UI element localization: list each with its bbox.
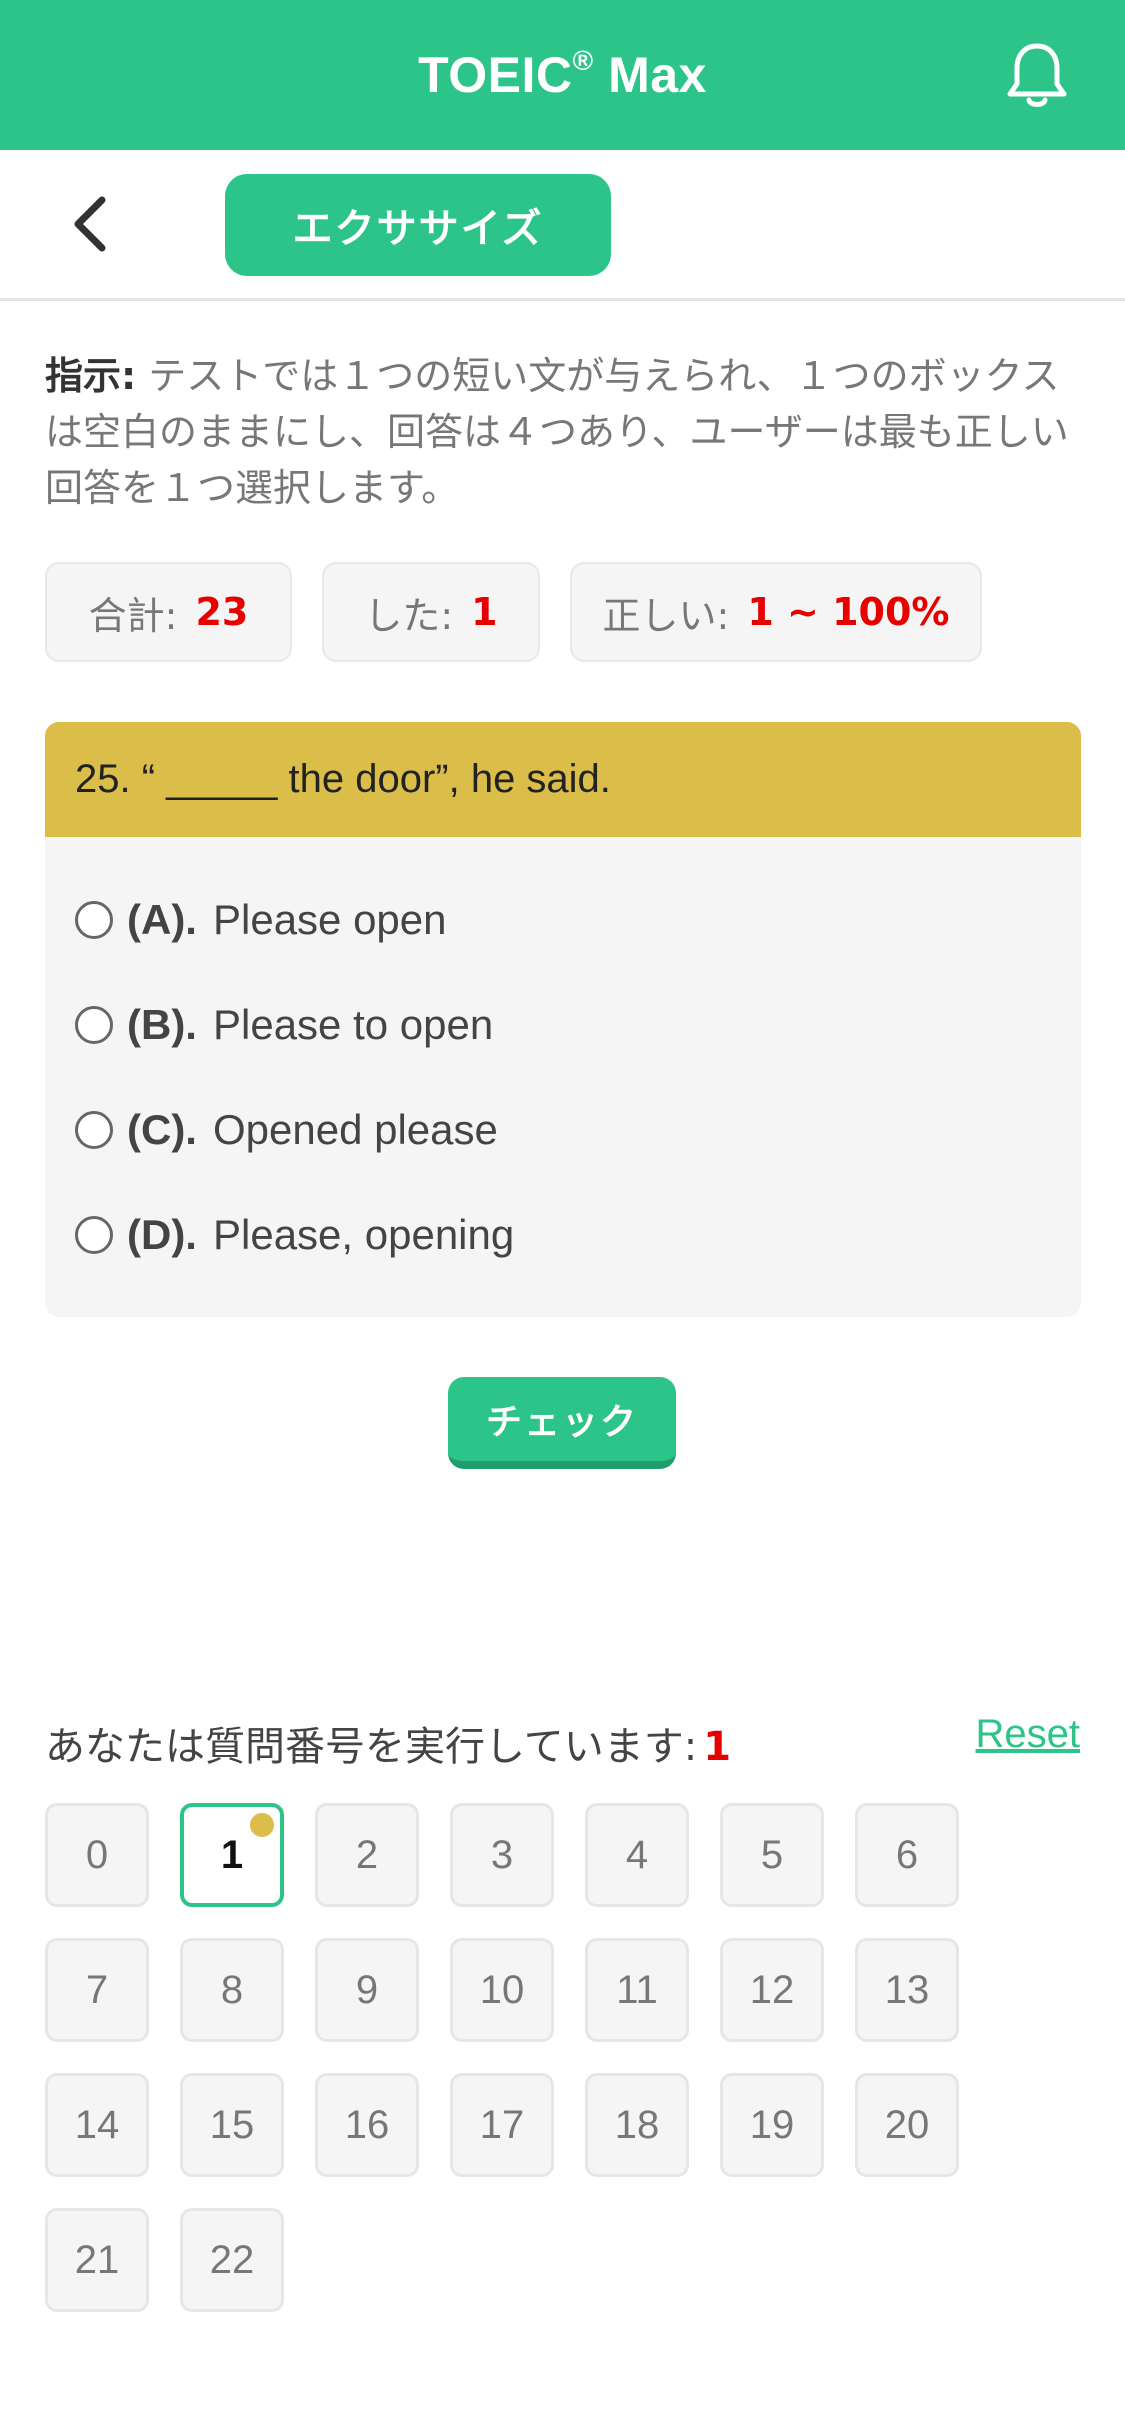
check-button[interactable]: チェック — [448, 1377, 676, 1469]
current-question-number: 1 — [703, 1724, 732, 1770]
question-card: 25. “ _____ the door”, he said. (A). Ple… — [45, 722, 1081, 1317]
question-number-label: 1 — [220, 1832, 244, 1877]
question-number-label: 6 — [895, 1832, 919, 1877]
question-number-2[interactable]: 2 — [315, 1803, 419, 1907]
question-number-8[interactable]: 8 — [180, 1938, 284, 2042]
radio-button[interactable] — [75, 1111, 113, 1149]
question-number-label: 10 — [479, 1967, 525, 2012]
question-number-3[interactable]: 3 — [450, 1803, 554, 1907]
exercise-button[interactable]: エクササイズ — [225, 174, 611, 276]
question-number-label: 2 — [355, 1832, 379, 1877]
app-header: TOEIC® Max — [0, 0, 1125, 150]
question-number-18[interactable]: 18 — [585, 2073, 689, 2177]
instruction-text: 指示: テストでは１つの短い文が与えられ、１つのボックスは空白のままにし、回答は… — [45, 354, 1069, 510]
radio-button[interactable] — [75, 1216, 113, 1254]
option-d[interactable]: (D). Please, opening — [75, 1205, 514, 1265]
sub-navigation: エクササイズ — [0, 150, 1125, 301]
question-number-6[interactable]: 6 — [855, 1803, 959, 1907]
current-indicator-dot — [250, 1813, 274, 1837]
question-number-4[interactable]: 4 — [585, 1803, 689, 1907]
question-number-21[interactable]: 21 — [45, 2208, 149, 2312]
question-number-5[interactable]: 5 — [720, 1803, 824, 1907]
question-number-13[interactable]: 13 — [855, 1938, 959, 2042]
question-number-label: 13 — [884, 1967, 930, 2012]
question-number-label: 15 — [209, 2102, 255, 2147]
chevron-left-icon[interactable] — [60, 192, 120, 256]
question-number-label: 9 — [355, 1967, 379, 2012]
radio-button[interactable] — [75, 901, 113, 939]
question-number-19[interactable]: 19 — [720, 2073, 824, 2177]
question-number-label: 4 — [625, 1832, 649, 1877]
stat-total: 合計: 23 — [45, 562, 292, 662]
question-number-9[interactable]: 9 — [315, 1938, 419, 2042]
question-number-label: 17 — [479, 2102, 525, 2147]
question-number-label: 5 — [760, 1832, 784, 1877]
current-question-label: あなたは質問番号を実行しています: 1 — [45, 1724, 732, 1770]
app-title: TOEIC® Max — [418, 45, 707, 103]
option-a[interactable]: (A). Please open — [75, 890, 447, 950]
question-number-label: 20 — [884, 2102, 930, 2147]
radio-button[interactable] — [75, 1006, 113, 1044]
question-number-7[interactable]: 7 — [45, 1938, 149, 2042]
stat-done: した: 1 — [322, 562, 540, 662]
reset-link[interactable]: Reset — [976, 1712, 1081, 1757]
question-number-22[interactable]: 22 — [180, 2208, 284, 2312]
question-number-label: 21 — [74, 2237, 120, 2282]
question-number-14[interactable]: 14 — [45, 2073, 149, 2177]
question-number-label: 0 — [85, 1832, 109, 1877]
page: TOEIC® Max エクササイズ 指示: テストでは１つの短い文が与えられ、１… — [0, 0, 1125, 2436]
question-number-label: 8 — [220, 1967, 244, 2012]
question-number-15[interactable]: 15 — [180, 2073, 284, 2177]
question-number-label: 16 — [344, 2102, 390, 2147]
question-number-label: 3 — [490, 1832, 514, 1877]
question-number-11[interactable]: 11 — [585, 1938, 689, 2042]
question-number-label: 22 — [209, 2237, 255, 2282]
question-number-17[interactable]: 17 — [450, 2073, 554, 2177]
question-number-12[interactable]: 12 — [720, 1938, 824, 2042]
question-number-1[interactable]: 1 — [180, 1803, 284, 1907]
question-number-label: 12 — [749, 1967, 795, 2012]
bell-icon[interactable] — [999, 37, 1075, 113]
option-b[interactable]: (B). Please to open — [75, 995, 493, 1055]
question-number-label: 18 — [614, 2102, 660, 2147]
question-number-20[interactable]: 20 — [855, 2073, 959, 2177]
stat-correct: 正しい: 1 ~ 100% — [570, 562, 982, 662]
question-number-label: 11 — [616, 1967, 658, 2012]
question-number-16[interactable]: 16 — [315, 2073, 419, 2177]
question-number-label: 19 — [749, 2102, 795, 2147]
question-number-label: 7 — [85, 1967, 109, 2012]
instruction-label: 指示: — [45, 354, 137, 398]
question-number-0[interactable]: 0 — [45, 1803, 149, 1907]
question-number-10[interactable]: 10 — [450, 1938, 554, 2042]
question-number-label: 14 — [74, 2102, 120, 2147]
option-c[interactable]: (C). Opened please — [75, 1100, 498, 1160]
question-text: 25. “ _____ the door”, he said. — [45, 722, 1081, 837]
